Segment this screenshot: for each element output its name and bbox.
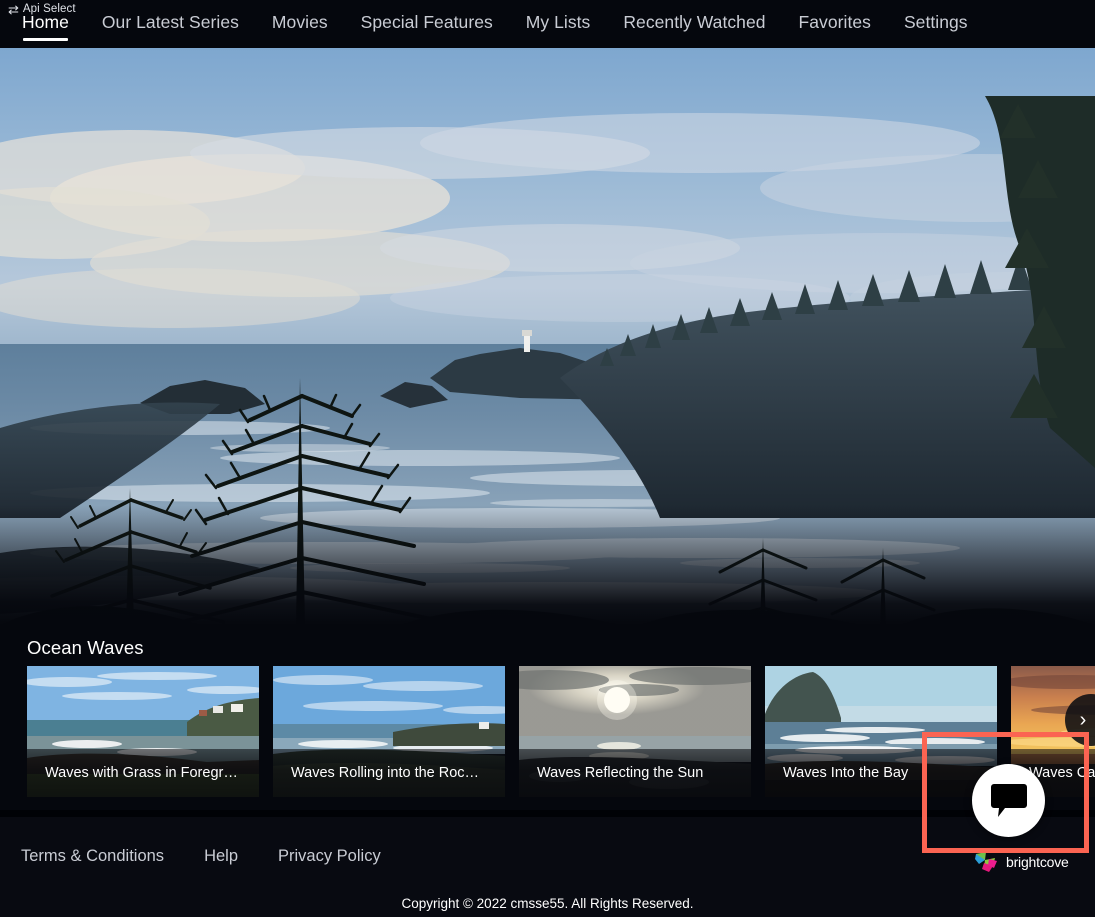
footer-link-list: Terms & Conditions Help Privacy Policy xyxy=(21,847,421,866)
video-card-1-title: Waves with Grass in Foregr… xyxy=(45,764,238,781)
carousel-section: Ocean Waves Waves with Grass in Foregr… … xyxy=(0,625,1095,810)
brightcove-wordmark: brightcove xyxy=(1006,854,1069,870)
hero-banner[interactable] xyxy=(0,48,1095,625)
footer-divider xyxy=(0,810,1095,817)
hero-image xyxy=(0,48,1095,625)
carousel-card-list: Waves with Grass in Foregr… Waves Rollin… xyxy=(27,666,1095,797)
nav-item-my-lists[interactable]: My Lists xyxy=(526,0,591,32)
nav-item-my-lists-label: My Lists xyxy=(525,12,591,32)
nav-item-our-latest-series[interactable]: Our Latest Series xyxy=(102,0,239,32)
video-card-1[interactable]: Waves with Grass in Foregr… xyxy=(27,666,259,797)
nav-item-favorites[interactable]: Favorites xyxy=(799,0,871,32)
video-card-2-title: Waves Rolling into the Roc… xyxy=(291,764,480,781)
app-root: ⇄ Api Select Home Our Latest Series Movi… xyxy=(0,0,1095,917)
video-card-3-title-band: Waves Reflecting the Sun xyxy=(519,749,751,797)
nav-item-settings[interactable]: Settings xyxy=(904,0,968,32)
api-select-label: Api Select xyxy=(22,3,76,15)
nav-item-movies-label: Movies xyxy=(271,12,328,32)
video-card-2-title-band: Waves Rolling into the Roc… xyxy=(273,749,505,797)
video-card-3[interactable]: Waves Reflecting the Sun xyxy=(519,666,751,797)
video-card-4-title: Waves Into the Bay xyxy=(783,764,909,781)
brightcove-mark-icon xyxy=(975,852,997,872)
footer-link-privacy-policy[interactable]: Privacy Policy xyxy=(278,847,381,866)
api-select-control[interactable]: ⇄ Api Select xyxy=(8,3,76,16)
chat-bubble-icon xyxy=(990,784,1027,817)
top-navigation-bar: ⇄ Api Select Home Our Latest Series Movi… xyxy=(0,0,1095,48)
nav-active-underline xyxy=(23,38,68,41)
nav-item-recently-watched-label: Recently Watched xyxy=(623,12,766,32)
nav-item-movies[interactable]: Movies xyxy=(272,0,328,32)
video-card-4-title-band: Waves Into the Bay xyxy=(765,749,997,797)
carousel-section-title: Ocean Waves xyxy=(27,637,144,658)
nav-item-settings-label: Settings xyxy=(903,12,968,32)
nav-item-special-features-label: Special Features xyxy=(360,12,493,32)
video-card-4[interactable]: Waves Into the Bay xyxy=(765,666,997,797)
video-card-3-title: Waves Reflecting the Sun xyxy=(537,764,704,781)
nav-item-recently-watched[interactable]: Recently Watched xyxy=(623,0,765,32)
nav-item-our-latest-series-label: Our Latest Series xyxy=(101,12,239,32)
chevron-right-icon: › xyxy=(1079,709,1087,731)
nav-item-list: Home Our Latest Series Movies Special Fe… xyxy=(0,0,1001,48)
footer-link-terms-and-conditions[interactable]: Terms & Conditions xyxy=(21,847,164,866)
video-card-2[interactable]: Waves Rolling into the Roc… xyxy=(273,666,505,797)
nav-item-favorites-label: Favorites xyxy=(798,12,871,32)
video-card-1-title-band: Waves with Grass in Foregr… xyxy=(27,749,259,797)
brightcove-logo: brightcove xyxy=(975,851,1069,873)
nav-item-special-features[interactable]: Special Features xyxy=(361,0,493,32)
copyright-text: Copyright © 2022 cmsse55. All Rights Res… xyxy=(401,896,694,911)
footer-link-help[interactable]: Help xyxy=(204,847,238,866)
chat-widget-button[interactable] xyxy=(972,764,1045,837)
swap-horizontal-icon: ⇄ xyxy=(8,2,19,17)
